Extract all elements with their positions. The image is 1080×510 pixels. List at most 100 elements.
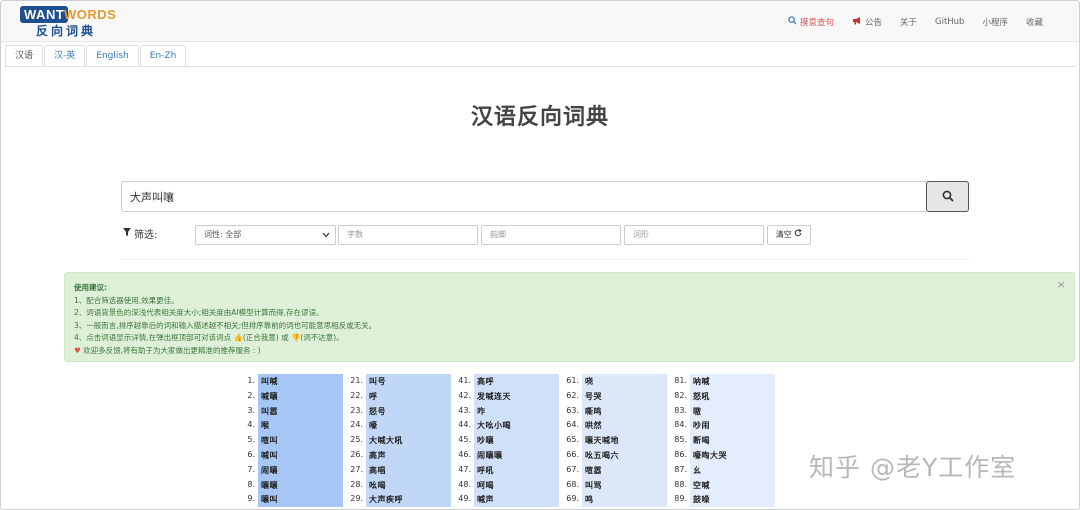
nav-item-sentence-search[interactable]: 摸意查句	[788, 15, 834, 28]
result-word[interactable]: 喉	[258, 418, 343, 434]
result-item[interactable]: 48. 呵喝	[454, 477, 559, 493]
result-item[interactable]: 22. 呼	[346, 388, 451, 404]
result-word[interactable]: 呐喊	[690, 374, 775, 389]
rhyme-input[interactable]: 韵脚	[481, 225, 621, 245]
result-word[interactable]: 嚷嚷	[258, 477, 343, 493]
result-item[interactable]: 87. 幺	[670, 462, 775, 478]
nav-item-mini-program[interactable]: 小程序	[982, 16, 1008, 28]
result-word[interactable]: 呼	[366, 388, 451, 404]
result-item[interactable]: 44. 大吆小喝	[454, 418, 559, 434]
tab-chinese-english[interactable]: 汉-英	[44, 45, 86, 67]
char-count-input[interactable]: 字数	[338, 225, 478, 245]
result-item[interactable]: 5. 喧叫	[238, 433, 343, 448]
result-word[interactable]: 嚎	[366, 418, 451, 434]
result-word[interactable]: 空喊	[690, 477, 775, 493]
result-word[interactable]: 吵嚷	[474, 433, 559, 448]
result-item[interactable]: 8. 嚷嚷	[238, 477, 343, 493]
result-item[interactable]: 2. 喊嚷	[238, 388, 343, 404]
result-word[interactable]: 嚎啕大哭	[690, 447, 775, 463]
result-item[interactable]: 66. 吆五喝六	[562, 447, 667, 463]
result-word[interactable]: 大吆小喝	[474, 418, 559, 434]
part-of-speech-select[interactable]: 词性: 全部	[195, 225, 336, 245]
result-item[interactable]: 81. 呐喊	[670, 374, 775, 389]
result-word[interactable]: 喊叫	[258, 447, 343, 463]
result-word[interactable]: 鸣	[582, 492, 667, 508]
result-item[interactable]: 26. 高声	[346, 447, 451, 463]
result-item[interactable]: 69. 鸣	[562, 492, 667, 508]
result-word[interactable]: 喊嚷	[258, 388, 343, 404]
tab-english[interactable]: English	[86, 45, 139, 67]
result-word[interactable]: 叫嚣	[258, 403, 343, 419]
result-item[interactable]: 85. 断喝	[670, 433, 775, 448]
result-item[interactable]: 83. 嗷	[670, 403, 775, 419]
result-word[interactable]: 高唱	[366, 462, 451, 478]
result-item[interactable]: 3. 叫嚣	[238, 403, 343, 419]
result-word[interactable]: 哄然	[582, 418, 667, 434]
result-item[interactable]: 46. 闹嚷嚷	[454, 447, 559, 463]
result-word[interactable]: 咋	[474, 403, 559, 419]
result-item[interactable]: 65. 嚷天喊地	[562, 433, 667, 448]
result-word[interactable]: 大声疾呼	[366, 492, 451, 508]
result-item[interactable]: 47. 呼吼	[454, 462, 559, 478]
result-item[interactable]: 63. 嘶鸣	[562, 403, 667, 419]
result-word[interactable]: 高声	[366, 447, 451, 463]
result-word[interactable]: 吆喝	[366, 477, 451, 493]
wantwords-logo[interactable]: WANT WORDS 反向词典	[20, 6, 120, 38]
result-word[interactable]: 嘶鸣	[582, 403, 667, 419]
result-item[interactable]: 61. 哓	[562, 374, 667, 389]
result-item[interactable]: 42. 发喊连天	[454, 388, 559, 404]
result-item[interactable]: 23. 怒号	[346, 403, 451, 419]
word-form-input[interactable]: 词形	[624, 225, 764, 245]
result-item[interactable]: 41. 高呼	[454, 374, 559, 389]
result-item[interactable]: 9. 嚷叫	[238, 492, 343, 508]
result-word[interactable]: 嚷天喊地	[582, 433, 667, 448]
result-word[interactable]: 喧叫	[258, 433, 343, 448]
result-word[interactable]: 高呼	[474, 374, 559, 389]
tab-chinese[interactable]: 汉语	[5, 45, 44, 67]
result-word[interactable]: 呼吼	[474, 462, 559, 478]
search-input[interactable]	[121, 181, 926, 212]
result-word[interactable]: 号哭	[582, 388, 667, 404]
result-word[interactable]: 闹嚷	[258, 462, 343, 478]
tab-english-chinese[interactable]: En-Zh	[139, 45, 187, 67]
result-item[interactable]: 6. 喊叫	[238, 447, 343, 463]
result-word[interactable]: 嗷	[690, 403, 775, 419]
result-item[interactable]: 28. 吆喝	[346, 477, 451, 493]
result-word[interactable]: 吆五喝六	[582, 447, 667, 463]
result-word[interactable]: 叫号	[366, 374, 451, 389]
result-item[interactable]: 49. 喊声	[454, 492, 559, 508]
result-item[interactable]: 24. 嚎	[346, 418, 451, 434]
result-word[interactable]: 喊声	[474, 492, 559, 508]
result-item[interactable]: 86. 嚎啕大哭	[670, 447, 775, 463]
result-item[interactable]: 68. 叫骂	[562, 477, 667, 493]
nav-item-favorites[interactable]: 收藏	[1026, 16, 1043, 28]
result-item[interactable]: 25. 大喊大吼	[346, 433, 451, 448]
result-item[interactable]: 29. 大声疾呼	[346, 492, 451, 508]
result-word[interactable]: 叫骂	[582, 477, 667, 493]
result-item[interactable]: 84. 吵闹	[670, 418, 775, 434]
result-word[interactable]: 断喝	[690, 433, 775, 448]
result-item[interactable]: 82. 怒吼	[670, 388, 775, 404]
result-item[interactable]: 88. 空喊	[670, 477, 775, 493]
result-word[interactable]: 发喊连天	[474, 388, 559, 404]
result-item[interactable]: 1. 叫喊	[238, 374, 343, 389]
nav-item-about[interactable]: 关于	[900, 16, 917, 28]
clear-button[interactable]: 清空	[767, 225, 811, 245]
result-word[interactable]: 哓	[582, 374, 667, 389]
result-item[interactable]: 43. 咋	[454, 403, 559, 419]
result-word[interactable]: 嚷叫	[258, 492, 343, 508]
result-item[interactable]: 4. 喉	[238, 418, 343, 434]
result-word[interactable]: 大喊大吼	[366, 433, 451, 448]
result-item[interactable]: 45. 吵嚷	[454, 433, 559, 448]
result-word[interactable]: 鼓噪	[690, 492, 775, 508]
result-item[interactable]: 21. 叫号	[346, 374, 451, 389]
result-word[interactable]: 吵闹	[690, 418, 775, 434]
result-word[interactable]: 幺	[690, 462, 775, 478]
result-item[interactable]: 89. 鼓噪	[670, 492, 775, 508]
result-item[interactable]: 27. 高唱	[346, 462, 451, 478]
result-word[interactable]: 喧嚣	[582, 462, 667, 478]
result-word[interactable]: 闹嚷嚷	[474, 447, 559, 463]
result-item[interactable]: 64. 哄然	[562, 418, 667, 434]
close-icon[interactable]: ×	[1057, 278, 1066, 292]
result-item[interactable]: 62. 号哭	[562, 388, 667, 404]
